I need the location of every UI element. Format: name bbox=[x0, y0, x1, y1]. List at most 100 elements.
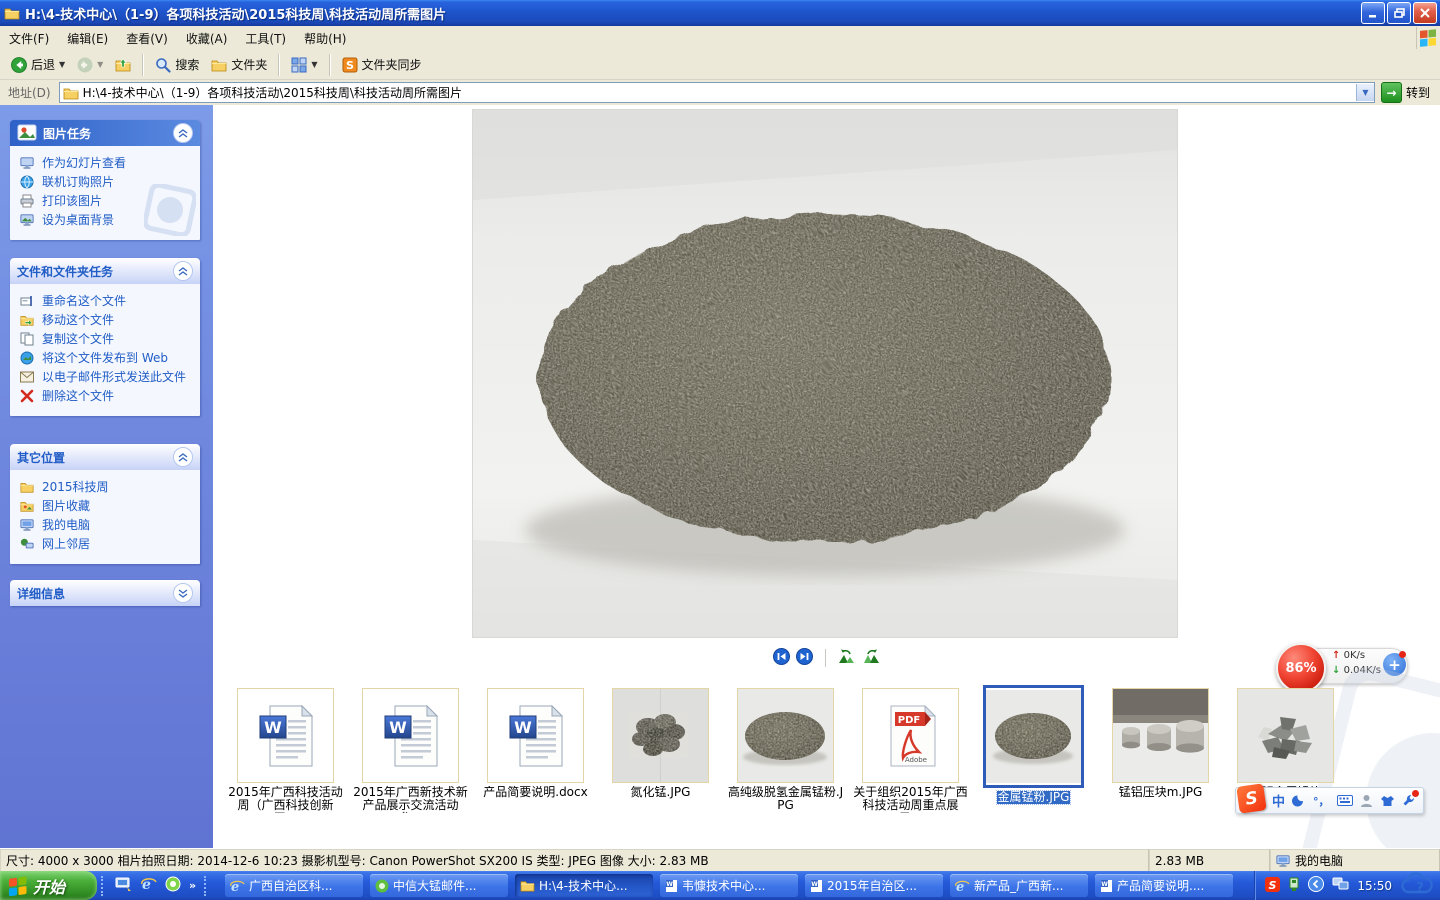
place-my-pictures[interactable]: 图片收藏 bbox=[18, 497, 196, 516]
address-dropdown-icon[interactable]: ▼ bbox=[1356, 84, 1374, 101]
forward-dropdown-icon[interactable]: ▼ bbox=[97, 60, 103, 69]
taskbar-window-word2[interactable]: W 2015年自治区... bbox=[805, 874, 943, 897]
toolbox-icon[interactable] bbox=[1402, 794, 1415, 807]
show-desktop-icon[interactable] bbox=[115, 877, 132, 895]
taskbar-window-guangxi[interactable]: e 广西自治区科... bbox=[225, 874, 363, 897]
menu-favorites[interactable]: 收藏(A) bbox=[177, 27, 237, 50]
upload-speed: ↑ 0K/s bbox=[1332, 650, 1365, 661]
views-dropdown-icon[interactable]: ▼ bbox=[311, 60, 317, 69]
task-delete-file[interactable]: 删除这个文件 bbox=[18, 387, 196, 406]
word-icon: W bbox=[665, 879, 678, 893]
word-doc-icon bbox=[487, 688, 584, 783]
word-icon: W bbox=[810, 879, 823, 893]
place-2015-tech-week[interactable]: 2015科技周 bbox=[18, 478, 196, 497]
file-item[interactable]: 2015年广西新技术新产品展示交流活动参... bbox=[350, 688, 471, 813]
next-image-button[interactable] bbox=[796, 648, 813, 668]
file-item[interactable]: 锰铝压块m.JPG bbox=[1100, 688, 1221, 799]
folders-label: 文件夹 bbox=[231, 56, 267, 73]
go-arrow-icon: → bbox=[1381, 82, 1402, 103]
folders-button[interactable]: 文件夹 bbox=[206, 54, 272, 75]
address-input[interactable]: H:\4-技术中心\（1-9）各项科技活动\2015科技周\科技活动周所需图片 … bbox=[59, 82, 1375, 103]
forward-button[interactable]: ▼ bbox=[72, 55, 108, 75]
window-folder-icon bbox=[4, 5, 20, 21]
close-button[interactable] bbox=[1413, 2, 1437, 24]
file-tasks-header[interactable]: 文件和文件夹任务 bbox=[10, 258, 200, 284]
sogou-logo-icon[interactable]: S bbox=[1236, 783, 1266, 813]
task-view-slideshow[interactable]: 作为幻灯片查看 bbox=[18, 154, 196, 173]
network-status-icon[interactable] bbox=[1332, 877, 1349, 894]
task-copy-file[interactable]: 复制这个文件 bbox=[18, 330, 196, 349]
restore-button[interactable] bbox=[1387, 2, 1411, 24]
up-button[interactable] bbox=[110, 55, 136, 75]
go-button[interactable]: → 转到 bbox=[1381, 82, 1430, 103]
soft-keyboard-icon[interactable] bbox=[1337, 795, 1353, 806]
task-email-file[interactable]: 以电子邮件形式发送此文件 bbox=[18, 368, 196, 387]
punctuation-mode-icon[interactable]: °， bbox=[1313, 793, 1330, 809]
menu-help[interactable]: 帮助(H) bbox=[295, 27, 355, 50]
file-tasks-title: 文件和文件夹任务 bbox=[17, 263, 113, 280]
file-item[interactable]: 电解金属锰片 bbox=[1225, 688, 1346, 799]
place-my-computer[interactable]: 我的电脑 bbox=[18, 516, 196, 535]
menu-view[interactable]: 查看(V) bbox=[117, 27, 177, 50]
other-places-header[interactable]: 其它位置 bbox=[10, 444, 200, 470]
collapse-chevron-icon[interactable] bbox=[173, 261, 193, 281]
sogou-tray-icon[interactable]: S bbox=[1265, 877, 1280, 895]
tray-clock[interactable]: 15:50 bbox=[1357, 879, 1392, 893]
file-item[interactable]: 氮化锰.JPG bbox=[600, 688, 721, 799]
start-button[interactable]: 开始 bbox=[0, 871, 97, 900]
task-move-file[interactable]: 移动这个文件 bbox=[18, 311, 196, 330]
usb-device-icon[interactable] bbox=[1288, 877, 1300, 895]
file-item[interactable]: 关于组织2015年广西科技活动周重点展示... bbox=[850, 688, 971, 813]
details-header[interactable]: 详细信息 bbox=[10, 580, 200, 606]
hide-tray-icons-chevron[interactable] bbox=[1308, 876, 1324, 895]
expand-chevron-icon[interactable] bbox=[173, 583, 193, 603]
picture-tasks-header[interactable]: 图片任务 bbox=[10, 120, 200, 146]
back-icon bbox=[11, 57, 27, 73]
taskbar-window-explorer[interactable]: H:\4-技术中心... bbox=[515, 874, 653, 897]
svg-text:W: W bbox=[1101, 881, 1108, 888]
sogou-ime-bar[interactable]: S 中 °， bbox=[1235, 787, 1424, 814]
rotate-counterclockwise-button[interactable] bbox=[838, 649, 856, 668]
rotate-clockwise-button[interactable] bbox=[862, 649, 880, 668]
search-button[interactable]: 搜索 bbox=[150, 54, 204, 75]
user-account-icon[interactable] bbox=[1360, 794, 1373, 807]
views-button[interactable]: ▼ bbox=[286, 55, 322, 75]
browser-360-icon[interactable] bbox=[165, 876, 181, 895]
previous-image-button[interactable] bbox=[773, 648, 790, 668]
menu-tools[interactable]: 工具(T) bbox=[236, 27, 295, 50]
back-button[interactable]: 后退 ▼ bbox=[6, 54, 70, 75]
file-name: 2015年广西新技术新产品展示交流活动参... bbox=[350, 786, 471, 813]
menu-edit[interactable]: 编辑(E) bbox=[58, 27, 117, 50]
collapse-chevron-icon[interactable] bbox=[173, 447, 193, 467]
preview-image[interactable] bbox=[473, 110, 1177, 637]
file-item[interactable]: 2015年广西科技活动周（广西科技创新平... bbox=[225, 688, 346, 813]
file-name: 产品简要说明.docx bbox=[475, 786, 596, 799]
collapse-chevron-icon[interactable] bbox=[173, 123, 193, 143]
place-network[interactable]: 网上邻居 bbox=[18, 535, 196, 554]
file-item-selected[interactable]: 金属锰粉.JPG bbox=[973, 688, 1094, 807]
file-item[interactable]: 产品简要说明.docx bbox=[475, 688, 596, 799]
taskbar-window-ie2[interactable]: e 新产品_广西新... bbox=[950, 874, 1088, 897]
ime-language-mode[interactable]: 中 bbox=[1272, 791, 1285, 810]
memory-percent-ball[interactable]: 86% bbox=[1276, 643, 1326, 693]
back-dropdown-icon[interactable]: ▼ bbox=[59, 60, 65, 69]
task-publish-web[interactable]: 将这个文件发布到 Web bbox=[18, 349, 196, 368]
quicklaunch-overflow-chevron[interactable]: » bbox=[189, 879, 196, 892]
taskbar-window-word3[interactable]: W 产品简要说明.... bbox=[1095, 874, 1233, 897]
weather-cloud-icon[interactable]: ? bbox=[1400, 872, 1434, 899]
task-rename-file[interactable]: 重命名这个文件 bbox=[18, 292, 196, 311]
internet-explorer-icon[interactable]: e bbox=[140, 876, 157, 895]
skin-icon[interactable] bbox=[1380, 795, 1395, 807]
taskbar-window-word1[interactable]: W 韦慷技术中心... bbox=[660, 874, 798, 897]
folder-sync-button[interactable]: S 文件夹同步 bbox=[337, 54, 427, 75]
forward-icon bbox=[77, 57, 93, 73]
taskbar-grip[interactable] bbox=[204, 876, 210, 896]
pdf-doc-icon bbox=[862, 688, 959, 783]
menu-file[interactable]: 文件(F) bbox=[0, 27, 58, 50]
quicklaunch-grip[interactable] bbox=[101, 876, 107, 896]
minimize-button[interactable] bbox=[1361, 2, 1385, 24]
file-item[interactable]: 高纯级脱氢金属锰粉.JPG bbox=[725, 688, 846, 812]
fullmoon-mode-icon[interactable] bbox=[1292, 794, 1306, 808]
taskbar-window-mail[interactable]: 中信大锰邮件... bbox=[370, 874, 508, 897]
status-info: 尺寸: 4000 x 3000 相片拍照日期: 2014-12-6 10:23 … bbox=[0, 849, 1149, 872]
